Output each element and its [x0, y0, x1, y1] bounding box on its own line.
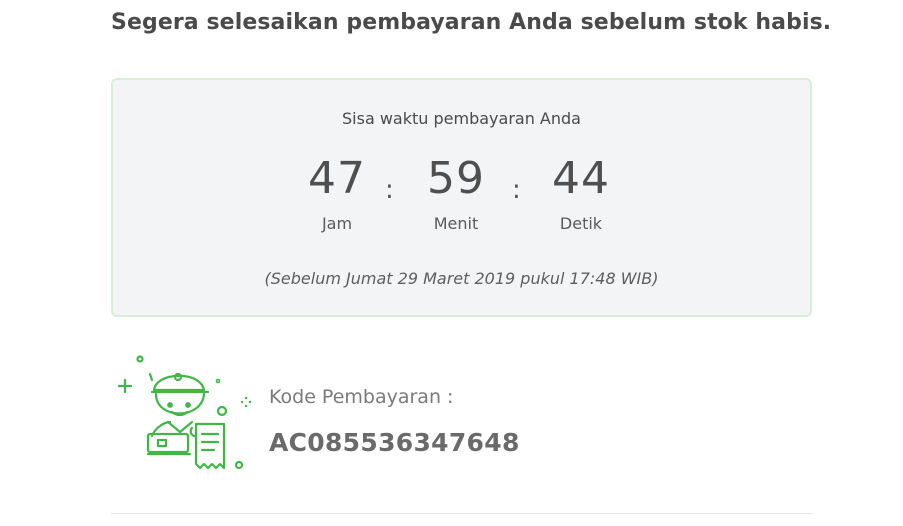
seconds-label: Detik — [559, 214, 603, 233]
countdown-separator: : — [385, 175, 394, 205]
countdown-title: Sisa waktu pembayaran Anda — [342, 109, 581, 128]
countdown-card: Sisa waktu pembayaran Anda 47 Jam : 59 M… — [111, 78, 812, 317]
countdown-separator: : — [512, 175, 521, 205]
hours-value: 47 — [308, 153, 366, 204]
section-divider — [111, 513, 814, 514]
hours-label: Jam — [321, 214, 353, 233]
countdown-minutes: 59 Menit — [401, 152, 511, 233]
minutes-value: 59 — [427, 153, 485, 204]
payment-code-label: Kode Pembayaran : — [269, 386, 454, 408]
countdown-deadline: (Sebelum Jumat 29 Maret 2019 pukul 17:48… — [264, 269, 659, 288]
payment-page: Segera selesaikan pembayaran Anda sebelu… — [0, 0, 903, 526]
sparkle-icon — [240, 393, 252, 408]
seconds-value: 44 — [552, 153, 610, 204]
countdown-hours: 47 Jam — [282, 152, 392, 233]
payment-code-value: AC085536347648 — [269, 428, 520, 457]
page-headline: Segera selesaikan pembayaran Anda sebelu… — [111, 10, 832, 35]
courier-with-receipt-icon — [112, 350, 258, 480]
countdown-seconds: 44 Detik — [526, 152, 636, 233]
minutes-label: Menit — [433, 214, 479, 233]
